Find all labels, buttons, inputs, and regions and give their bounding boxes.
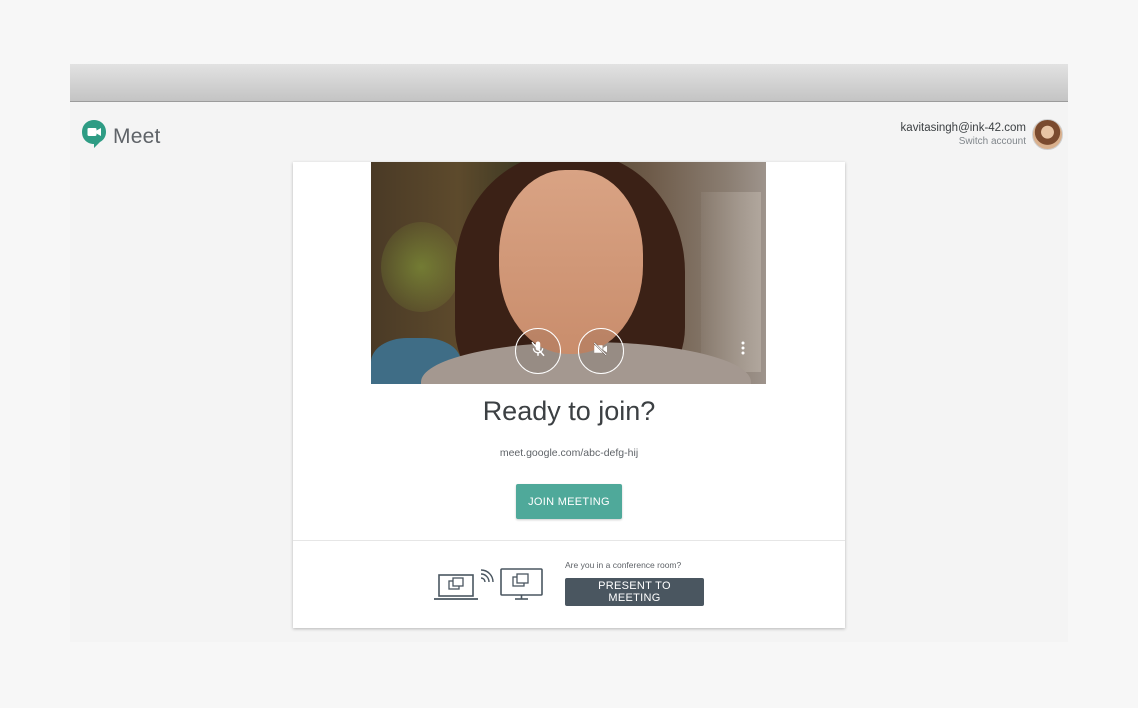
person-face: [499, 170, 643, 354]
background-blur: [381, 222, 461, 312]
cast-devices-illustration: [433, 566, 545, 606]
present-to-meeting-button[interactable]: PRESENT TO MEETING: [565, 578, 704, 606]
ready-heading: Ready to join?: [482, 396, 656, 426]
avatar[interactable]: [1032, 119, 1063, 150]
app-header: Meet kavitasingh@ink-42.com Switch accou…: [70, 102, 1068, 162]
app-name: Meet: [113, 124, 161, 148]
mic-toggle-button[interactable]: [515, 328, 561, 374]
meeting-url: meet.google.com/abc-defg-hij: [499, 447, 639, 459]
more-vert-icon: [741, 341, 745, 360]
mic-off-icon: [529, 340, 547, 363]
join-card: Ready to join? meet.google.com/abc-defg-…: [293, 162, 845, 628]
meet-logo[interactable]: Meet: [81, 119, 161, 154]
conference-room-question: Are you in a conference room?: [565, 560, 682, 570]
switch-account-link[interactable]: Switch account: [901, 135, 1026, 148]
meet-logo-icon: [81, 119, 107, 154]
section-divider: [293, 540, 845, 541]
browser-window: Meet kavitasingh@ink-42.com Switch accou…: [70, 64, 1068, 642]
more-options-button[interactable]: [736, 340, 750, 360]
join-meeting-button[interactable]: JOIN MEETING: [516, 484, 622, 519]
browser-title-bar: [70, 64, 1068, 102]
camera-toggle-button[interactable]: [578, 328, 624, 374]
cast-signal-icon: [480, 569, 494, 583]
background-wall: [701, 192, 761, 372]
account-email: kavitasingh@ink-42.com: [900, 122, 1026, 134]
laptop-icon: [434, 574, 478, 600]
videocam-off-icon: [592, 340, 610, 363]
tv-icon: [500, 568, 543, 600]
account-info: kavitasingh@ink-42.com Switch account: [901, 121, 1026, 148]
camera-preview: [371, 162, 766, 384]
